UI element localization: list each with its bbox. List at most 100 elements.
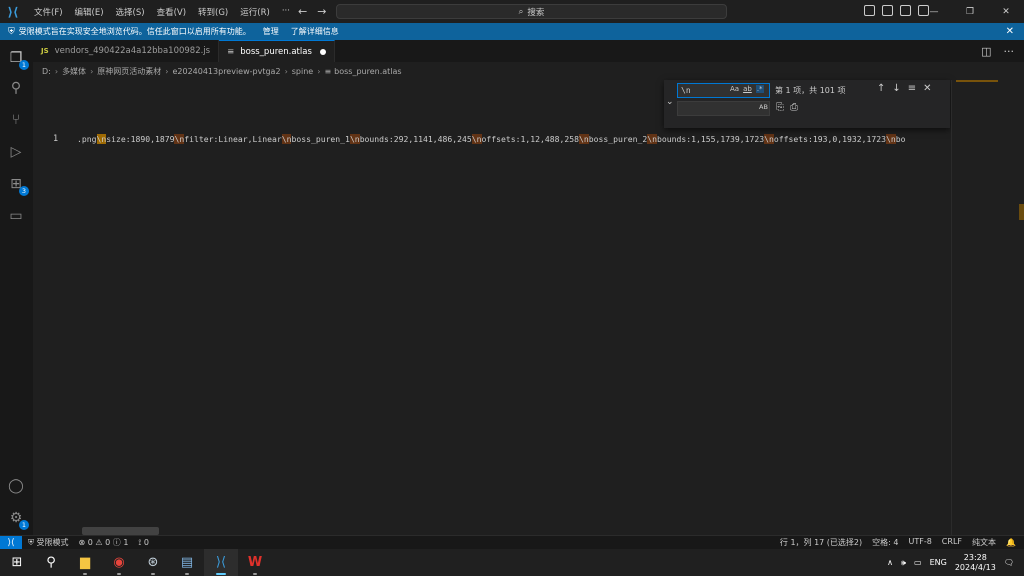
- menu-view[interactable]: 查看(V): [151, 6, 192, 18]
- cursor-position[interactable]: 行 1，列 17 (已选择2): [780, 537, 862, 548]
- menu-go[interactable]: 转到(G): [192, 6, 234, 18]
- toggle-panel-icon[interactable]: [882, 5, 893, 16]
- breadcrumb-item[interactable]: 多媒体: [62, 66, 86, 77]
- breadcrumb-item[interactable]: 原神网页活动素材: [97, 66, 161, 77]
- banner-learn-more-link[interactable]: 了解详细信息: [291, 26, 339, 37]
- breadcrumb-item[interactable]: boss_puren.atlas: [334, 67, 401, 76]
- menu-selection[interactable]: 选择(S): [110, 6, 151, 18]
- editor-actions: ◫ ···: [981, 45, 1014, 58]
- menu-bar: 文件(F) 编辑(E) 选择(S) 查看(V) 转到(G) 运行(R) ···: [28, 6, 296, 18]
- code-text: bo: [895, 134, 906, 144]
- find-in-selection-icon[interactable]: ≡: [908, 83, 916, 94]
- problems-status[interactable]: ⊗ 0 ⚠ 0 ⓘ 1: [79, 537, 129, 548]
- notification-center-icon[interactable]: 🗨: [1004, 558, 1014, 567]
- next-match-arrow-icon[interactable]: ↓: [892, 83, 900, 94]
- toggle-replace-chevron-icon[interactable]: ⌄: [666, 97, 674, 107]
- js-file-icon: JS: [41, 47, 49, 55]
- unsaved-dot-icon[interactable]: [319, 48, 326, 55]
- search-match: \n: [174, 134, 185, 144]
- chevron-up-icon[interactable]: ∧: [887, 558, 893, 567]
- vertical-scrollbar[interactable]: [1019, 204, 1024, 220]
- more-actions-icon[interactable]: ···: [1004, 45, 1015, 58]
- close-find-icon[interactable]: ✕: [923, 83, 931, 94]
- code-text: boss_puren_2: [588, 134, 648, 144]
- windows-start-icon[interactable]: ⊞: [0, 549, 34, 576]
- code-line[interactable]: .png\nsize:1890,1879\nfilter:Linear,Line…: [77, 134, 906, 144]
- close-window-icon[interactable]: ✕: [988, 7, 1024, 17]
- settings-gear-icon[interactable]: ⚙ 1: [6, 508, 29, 530]
- breadcrumb-item[interactable]: spine: [292, 67, 313, 76]
- breadcrumb-item[interactable]: D:: [42, 67, 51, 76]
- restricted-mode-banner: ⛨ 受限模式旨在实现安全地浏览代码。信任此窗口以启用所有功能。 管理 了解详细信…: [0, 23, 1024, 40]
- status-bar: ⟩⟨ ⛨ 受限模式 ⊗ 0 ⚠ 0 ⓘ 1 ⟟ 0 行 1，列 17 (已选择2…: [0, 535, 1024, 549]
- input-language[interactable]: ENG: [930, 558, 947, 567]
- indentation[interactable]: 空格: 4: [872, 537, 898, 548]
- whole-word-toggle[interactable]: ab: [743, 85, 752, 93]
- find-controls: ↑ ↓ ≡ ✕: [877, 83, 932, 94]
- forward-arrow-icon[interactable]: →: [317, 5, 326, 18]
- language-mode[interactable]: 纯文本: [972, 537, 996, 548]
- back-arrow-icon[interactable]: ←: [298, 5, 307, 18]
- search-icon[interactable]: ⚲: [34, 549, 68, 576]
- replace-input[interactable]: [677, 101, 770, 116]
- code-text: offsets:1,12,488,258: [481, 134, 579, 144]
- encoding[interactable]: UTF-8: [908, 537, 931, 548]
- preserve-case-toggle[interactable]: AB: [759, 103, 768, 111]
- match-case-toggle[interactable]: Aa: [730, 85, 739, 93]
- banner-manage-link[interactable]: 管理: [263, 26, 279, 37]
- toggle-sidebar-icon[interactable]: [864, 5, 875, 16]
- breadcrumb-item[interactable]: e20240413preview-pvtga2: [172, 67, 280, 76]
- minimize-icon[interactable]: —: [916, 7, 952, 17]
- clock[interactable]: 23:28 2024/4/13: [955, 553, 996, 573]
- wps-office-icon[interactable]: W: [238, 549, 272, 576]
- chrome-icon[interactable]: ◉: [102, 549, 136, 576]
- battery-icon[interactable]: ▭: [914, 558, 922, 567]
- restricted-mode-status[interactable]: ⛨ 受限模式: [28, 537, 69, 548]
- account-icon[interactable]: ◯: [6, 476, 26, 496]
- search-view-icon[interactable]: ⚲: [6, 78, 26, 98]
- explorer-icon[interactable]: ❐ 1: [6, 48, 29, 70]
- volume-icon[interactable]: 🕪: [901, 558, 906, 568]
- code-text: bounds:1,155,1739,1723: [656, 134, 765, 144]
- code-text: filter:Linear,Linear: [184, 134, 282, 144]
- search-match: \n: [96, 134, 107, 144]
- notepad-icon[interactable]: ▤: [170, 549, 204, 576]
- match-count: 第 1 项，共 101 项: [775, 86, 846, 95]
- windows-taskbar: ⊞ ⚲ ▆ ◉ ⊛ ▤ ⟩⟨ W ∧ 🕪 ▭ ENG 23:28 2024/4/…: [0, 549, 1024, 576]
- extensions-icon[interactable]: ⊞ 3: [6, 174, 29, 196]
- search-match: \n: [647, 134, 657, 144]
- replace-all-icon[interactable]: ⎙: [790, 102, 798, 113]
- vscode-taskbar-icon[interactable]: ⟩⟨: [204, 549, 238, 576]
- remote-explorer-icon[interactable]: ▭: [6, 206, 26, 226]
- remote-indicator-icon[interactable]: ⟩⟨: [0, 536, 22, 549]
- banner-close-icon[interactable]: ✕: [1006, 26, 1014, 37]
- file-explorer-icon[interactable]: ▆: [68, 549, 102, 576]
- editor-area[interactable]: 1 .png\nsize:1890,1879\nfilter:Linear,Li…: [33, 80, 951, 525]
- menu-edit[interactable]: 编辑(E): [69, 6, 110, 18]
- notifications-bell-icon[interactable]: 🔔: [1006, 538, 1016, 547]
- run-debug-icon[interactable]: ▷: [6, 142, 26, 162]
- menu-file[interactable]: 文件(F): [28, 6, 69, 18]
- maximize-icon[interactable]: ❐: [952, 7, 988, 17]
- menu-run[interactable]: 运行(R): [234, 6, 276, 18]
- tab-boss-puren-atlas[interactable]: ≡ boss_puren.atlas: [219, 40, 335, 62]
- ports-status[interactable]: ⟟ 0: [138, 538, 149, 548]
- minimap[interactable]: [951, 80, 1024, 535]
- code-text: size:1890,1879: [106, 134, 175, 144]
- source-control-icon[interactable]: ⑂: [6, 110, 26, 130]
- toggle-secondary-sidebar-icon[interactable]: [900, 5, 911, 16]
- steam-icon[interactable]: ⊛: [136, 549, 170, 576]
- code-text: .png: [77, 134, 97, 144]
- split-editor-icon[interactable]: ◫: [981, 45, 991, 58]
- menu-more[interactable]: ···: [276, 6, 296, 18]
- regex-toggle[interactable]: .*: [755, 85, 764, 93]
- explorer-badge: 1: [19, 60, 29, 70]
- horizontal-scrollbar[interactable]: [82, 527, 159, 535]
- tab-vendors-js[interactable]: JS vendors_490422a4a12bba100982.js: [33, 40, 220, 62]
- settings-badge: 1: [19, 520, 29, 530]
- replace-one-icon[interactable]: ⎘: [776, 102, 784, 113]
- command-center-search[interactable]: ⌕ 搜索: [336, 4, 727, 19]
- previous-match-arrow-icon[interactable]: ↑: [877, 83, 885, 94]
- end-of-line[interactable]: CRLF: [942, 537, 962, 548]
- search-match: \n: [578, 134, 589, 144]
